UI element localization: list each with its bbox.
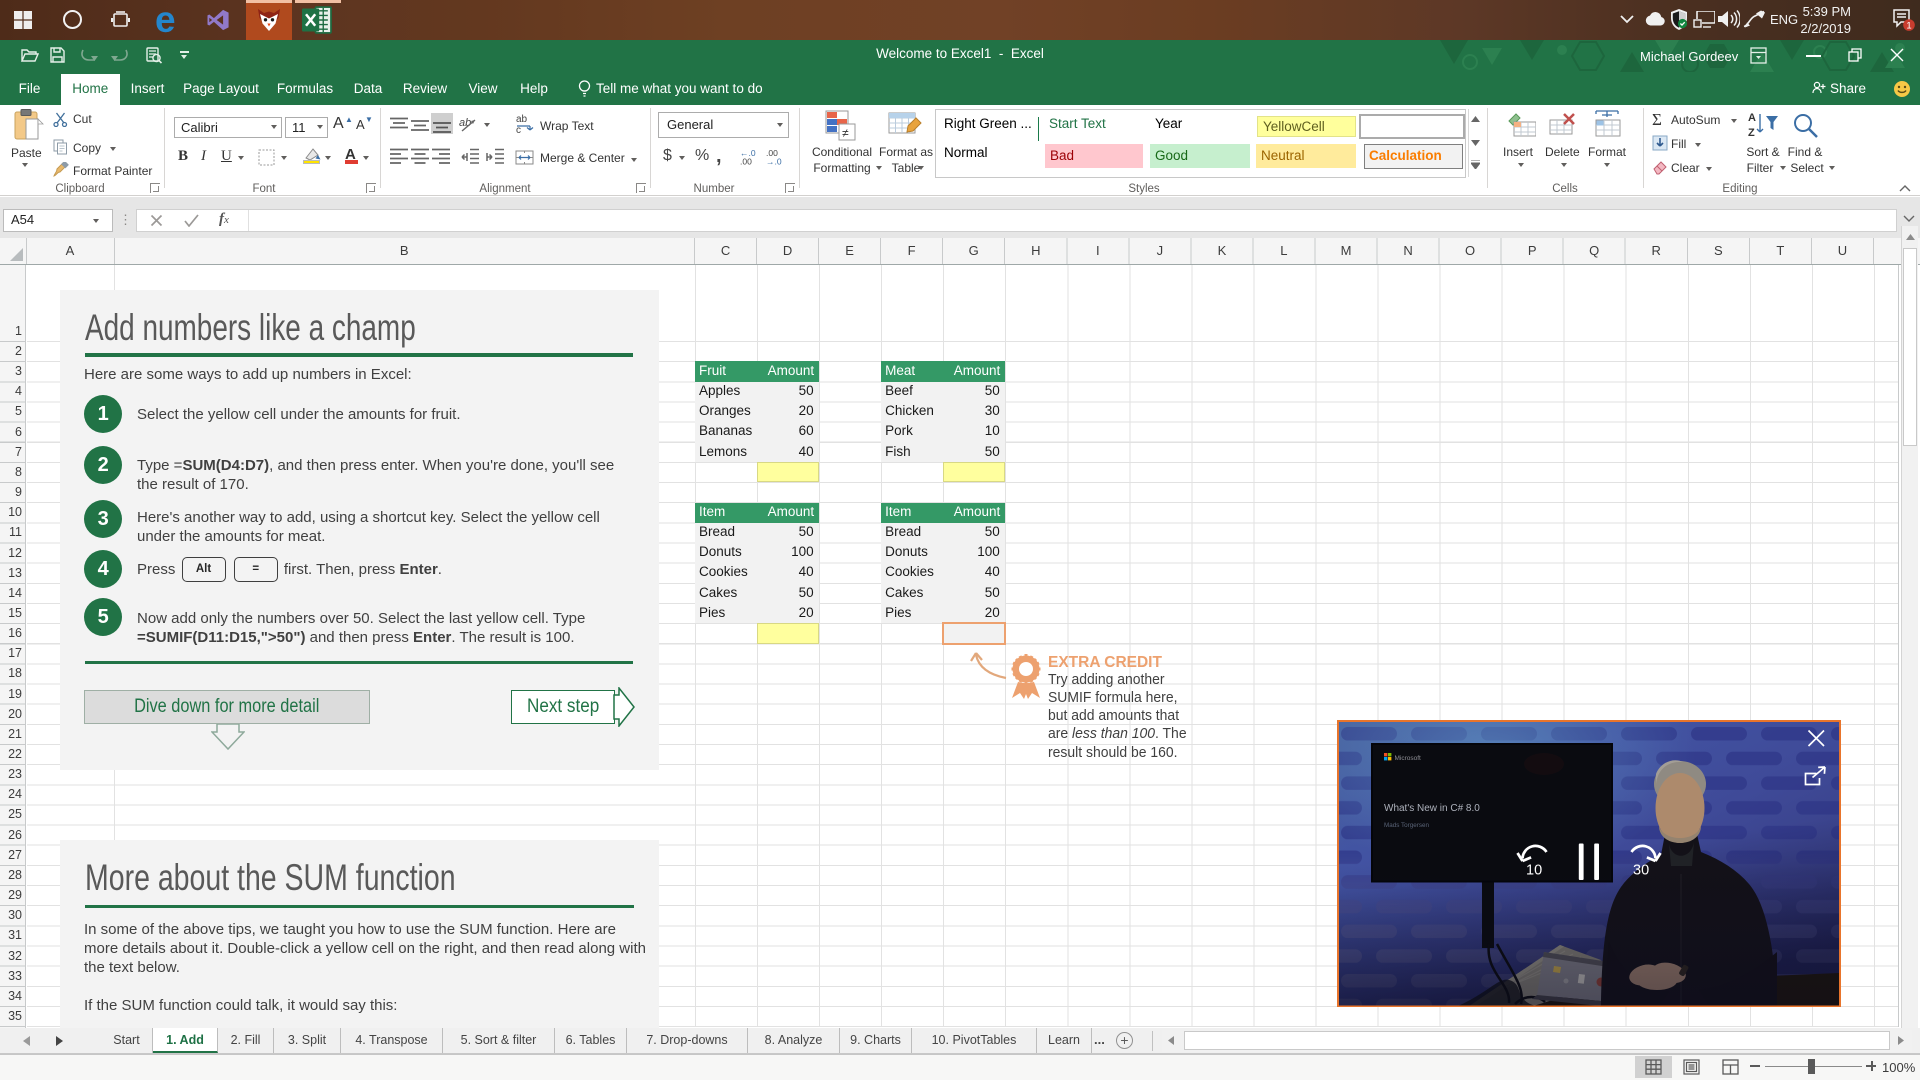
svg-text:A: A	[1748, 112, 1756, 124]
svg-text:Z: Z	[1748, 127, 1755, 138]
svg-text:→.0: →.0	[766, 157, 782, 166]
svg-text:30: 30	[1633, 862, 1649, 878]
svg-text:.00: .00	[740, 157, 752, 166]
svg-text:≠: ≠	[842, 126, 849, 140]
svg-text:c: c	[516, 125, 521, 134]
svg-text:10: 10	[1526, 862, 1542, 878]
svg-text:ab: ab	[459, 117, 471, 129]
svg-text:ab: ab	[516, 114, 528, 125]
